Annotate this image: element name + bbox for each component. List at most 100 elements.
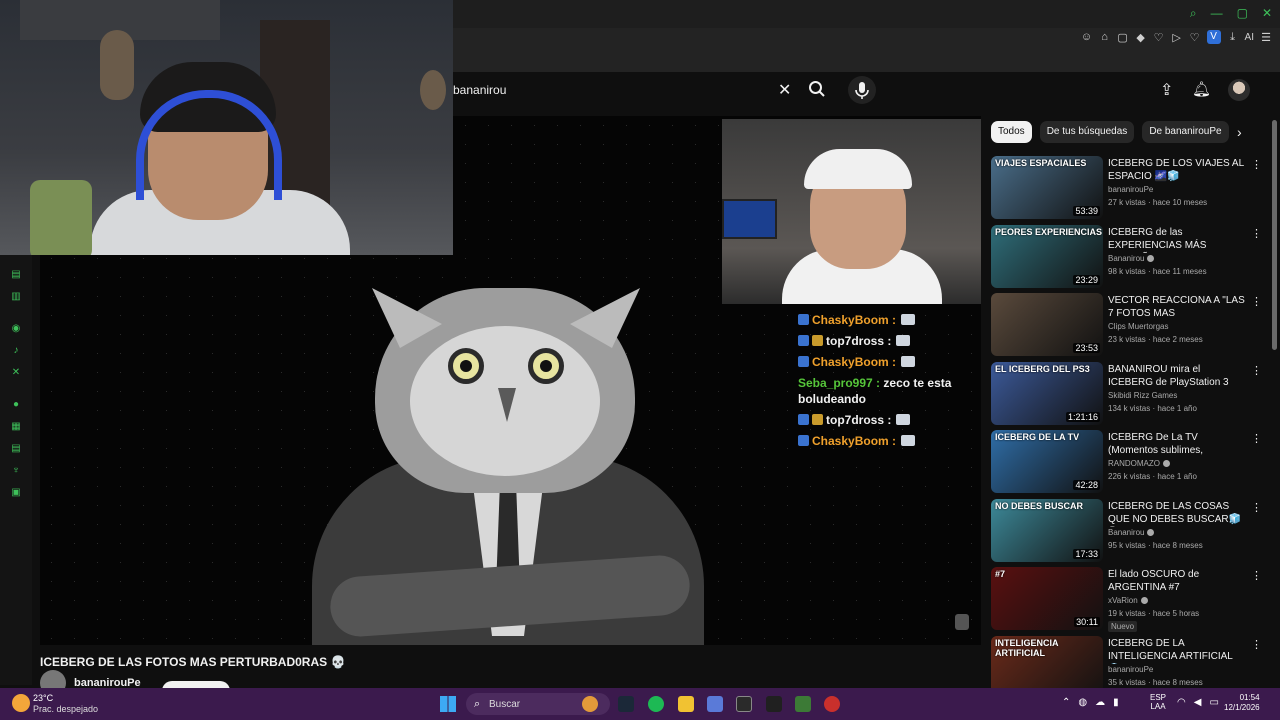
volume-icon[interactable]: ◀	[1194, 697, 1202, 708]
video-thumbnail[interactable]: 23:53	[991, 293, 1103, 356]
related-video-title[interactable]: El lado OSCURO de ARGENTINA #7	[1108, 568, 1246, 594]
related-video-title[interactable]: ICEBERG de las EXPERIENCIAS MÁS EXTRAÑAS…	[1108, 226, 1246, 253]
related-video-item[interactable]: EL ICEBERG DEL PS3 1:21:16 BANANIROU mira …	[991, 361, 1271, 431]
related-video-title[interactable]: ICEBERG De La TV (Momentos sublimes, sit…	[1108, 431, 1246, 458]
mic-icon[interactable]: ▮	[1113, 697, 1119, 708]
related-video-item[interactable]: 23:53 VECTOR REACCIONA A "LAS 7 FOTOS MAS…	[991, 293, 1271, 362]
related-video-item[interactable]: #7 30:11 El lado OSCURO de ARGENTINA #7 xVa…	[991, 567, 1271, 636]
video-thumbnail[interactable]: EL ICEBERG DEL PS3 1:21:16	[991, 361, 1103, 425]
extension-icon[interactable]: ♡	[1153, 31, 1165, 44]
related-video-item[interactable]: VIAJES ESPACIALES 53:39 ICEBERG DE LOS VIA…	[991, 156, 1271, 225]
language-indicator[interactable]: ESP LAA	[1150, 693, 1166, 711]
related-video-item[interactable]: PEORES EXPERIENCIAS 23:29 ICEBERG de las E…	[991, 224, 1271, 294]
sidebar-app-icon[interactable]: ▦	[10, 421, 22, 433]
related-video-item[interactable]: ICEBERG DE LA TV 42:28 ICEBERG De La TV (M…	[991, 430, 1271, 499]
shield-icon[interactable]: ◆	[1135, 31, 1147, 44]
trophy-icon[interactable]: ♆	[10, 465, 22, 477]
close-window-icon[interactable]: ✕	[1262, 6, 1272, 21]
video-thumbnail[interactable]: VIAJES ESPACIALES 53:39	[991, 156, 1103, 219]
more-options-icon[interactable]: ⋮	[1251, 227, 1262, 240]
heart-icon[interactable]: ♡	[1189, 31, 1201, 44]
x-icon[interactable]: ✕	[10, 367, 22, 379]
related-channel-name[interactable]: Bananirou	[1108, 528, 1155, 537]
chat-username: ChaskyBoom :	[812, 434, 897, 448]
video-duration: 53:39	[1073, 206, 1100, 216]
wifi-icon[interactable]: ◠	[1177, 697, 1186, 708]
menu-icon[interactable]: ☰	[1260, 31, 1272, 44]
more-options-icon[interactable]: ⋮	[1251, 638, 1262, 651]
video-thumbnail[interactable]: NO DEBES BUSCAR 17:33	[991, 498, 1103, 562]
profile-button[interactable]: V	[1206, 30, 1221, 44]
upload-icon[interactable]: ⇪	[1160, 80, 1173, 100]
extension-icon[interactable]: ▢	[1117, 31, 1129, 44]
windows-start-icon[interactable]	[440, 696, 456, 712]
browser-icon[interactable]	[736, 696, 752, 712]
related-video-title[interactable]: BANANIROU mira el ICEBERG de PlayStation…	[1108, 363, 1246, 390]
chat-badge-icon	[798, 435, 809, 446]
search-highlight-icon[interactable]	[582, 696, 598, 712]
sidebar-app-icon[interactable]: ▣	[10, 487, 22, 499]
related-video-title[interactable]: ICEBERG DE LOS VIAJES AL ESPACIO 🌌🧊	[1108, 157, 1246, 183]
video-thumbnail[interactable]: #7 30:11	[991, 567, 1103, 630]
search-icon[interactable]	[808, 80, 826, 98]
extension-icon[interactable]: ⌂	[1099, 31, 1111, 43]
related-channel-name[interactable]: xVaRion	[1108, 596, 1148, 605]
sidebar-app-icon[interactable]: ▥	[10, 291, 22, 303]
related-video-meta: 23 k vistas · hace 2 meses	[1108, 335, 1203, 344]
download-icon[interactable]: ⤓	[1227, 31, 1239, 44]
ai-button[interactable]: AI	[1245, 32, 1254, 43]
related-video-item[interactable]: NO DEBES BUSCAR 17:33 ICEBERG DE LAS COSAS…	[991, 498, 1271, 568]
folder-icon[interactable]	[678, 696, 694, 712]
sidebar-app-icon[interactable]: ▤	[10, 443, 22, 455]
chip-all[interactable]: Todos	[991, 121, 1032, 143]
extension-icon[interactable]: ☺	[1081, 31, 1093, 43]
related-channel-name[interactable]: Skibidi Rizz Games	[1108, 391, 1177, 400]
avatar[interactable]	[1228, 79, 1250, 101]
related-channel-name[interactable]: bananirouPe	[1108, 185, 1153, 194]
more-options-icon[interactable]: ⋮	[1251, 569, 1262, 582]
mic-icon[interactable]	[848, 76, 876, 104]
bell-icon[interactable]: 🔔︎	[1192, 80, 1211, 98]
chip-from-channel[interactable]: De bananirouPe	[1142, 121, 1229, 143]
more-options-icon[interactable]: ⋮	[1251, 501, 1262, 514]
related-channel-name[interactable]: bananirouPe	[1108, 665, 1153, 674]
related-video-title[interactable]: ICEBERG DE LA INTELIGENCIA ARTIFICIAL 🧊 …	[1108, 637, 1246, 664]
zoom-icon[interactable]: ⌕	[1190, 6, 1197, 21]
related-video-title[interactable]: ICEBERG DE LAS COSAS QUE NO DEBES BUSCAR…	[1108, 500, 1246, 527]
whatsapp-icon[interactable]: ◉	[10, 323, 22, 335]
video-thumbnail[interactable]: PEORES EXPERIENCIAS 23:29	[991, 224, 1103, 288]
clock[interactable]: 01:54 12/1/2026	[1224, 693, 1260, 713]
opera-icon[interactable]	[824, 696, 840, 712]
tray-app-icon[interactable]: ◍	[1078, 697, 1087, 708]
chevron-up-icon[interactable]: ⌃	[1062, 697, 1070, 708]
play-icon[interactable]: ▷	[1171, 31, 1183, 44]
sidebar-app-icon[interactable]: ▤	[10, 269, 22, 281]
search-input[interactable]: bananirou	[453, 83, 506, 97]
chat-badge-icon	[798, 335, 809, 346]
close-icon[interactable]: ✕	[778, 80, 791, 100]
more-options-icon[interactable]: ⋮	[1251, 295, 1262, 308]
steam-icon[interactable]	[618, 696, 634, 712]
minimize-icon[interactable]: —	[1211, 6, 1223, 21]
epic-games-icon[interactable]	[766, 696, 782, 712]
weather-icon[interactable]	[12, 694, 30, 712]
tiktok-icon[interactable]: ♪	[10, 345, 22, 357]
more-options-icon[interactable]: ⋮	[1251, 432, 1262, 445]
related-channel-name[interactable]: Bananirou	[1108, 254, 1155, 263]
gta-icon[interactable]	[795, 696, 811, 712]
more-options-icon[interactable]: ⋮	[1251, 364, 1262, 377]
scrollbar[interactable]	[1272, 120, 1277, 350]
cloud-icon[interactable]: ☁	[1095, 697, 1105, 708]
video-thumbnail[interactable]: ICEBERG DE LA TV 42:28	[991, 430, 1103, 493]
spotify-icon[interactable]: ●	[10, 399, 22, 411]
store-icon[interactable]	[707, 696, 723, 712]
maximize-icon[interactable]: ▢	[1237, 6, 1248, 21]
chevron-right-icon[interactable]: ›	[1237, 124, 1242, 140]
related-channel-name[interactable]: RANDOMAZO	[1108, 459, 1170, 468]
related-video-title[interactable]: VECTOR REACCIONA A "LAS 7 FOTOS MAS PERT…	[1108, 294, 1246, 321]
more-options-icon[interactable]: ⋮	[1251, 158, 1262, 171]
battery-icon[interactable]: ▭	[1209, 697, 1218, 708]
spotify-icon[interactable]	[648, 696, 664, 712]
related-channel-name[interactable]: Clips Muertorgas	[1108, 322, 1168, 331]
chip-from-searches[interactable]: De tus búsquedas	[1039, 121, 1135, 143]
